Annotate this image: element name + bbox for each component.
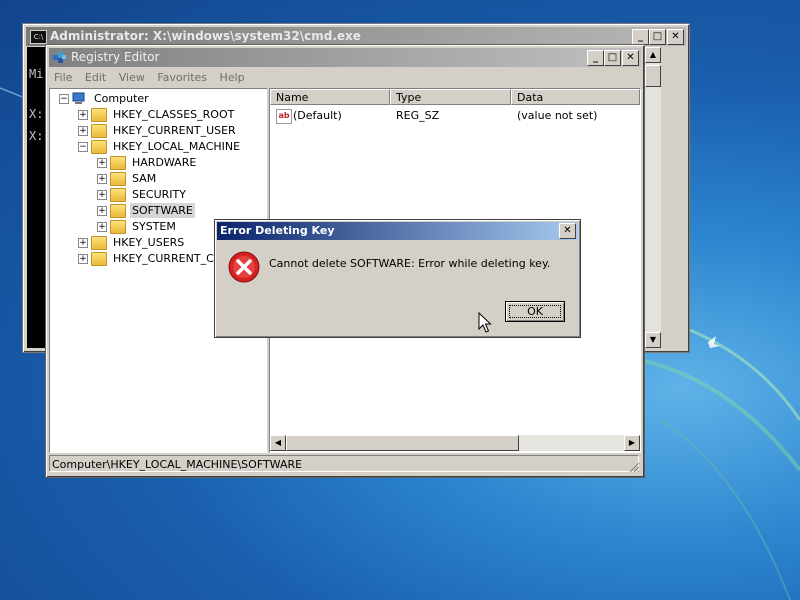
expand-icon[interactable]: + bbox=[97, 222, 107, 232]
horizontal-scrollbar[interactable]: ◀ ▶ bbox=[270, 435, 640, 451]
column-header-data[interactable]: Data bbox=[511, 89, 640, 105]
cmd-icon: C:\ bbox=[30, 30, 47, 44]
tree-node-label: HKEY_CURRENT_USER bbox=[113, 124, 236, 137]
folder-icon bbox=[110, 156, 126, 170]
menu-file[interactable]: File bbox=[50, 69, 77, 84]
folder-icon bbox=[110, 220, 126, 234]
scroll-up-icon[interactable]: ▲ bbox=[645, 47, 661, 63]
tree-node-label-selected: SOFTWARE bbox=[130, 203, 195, 218]
maximize-button[interactable]: □ bbox=[649, 29, 666, 45]
error-icon bbox=[228, 251, 260, 283]
cmd-vertical-scrollbar[interactable]: ▲ ▼ bbox=[645, 47, 661, 348]
tree-node-label: SYSTEM bbox=[132, 220, 176, 233]
close-button[interactable]: ✕ bbox=[559, 223, 576, 239]
focus-rectangle bbox=[509, 305, 561, 318]
column-header-name[interactable]: Name bbox=[270, 89, 390, 105]
scroll-thumb[interactable] bbox=[286, 435, 519, 451]
folder-icon bbox=[91, 252, 107, 266]
folder-icon bbox=[91, 236, 107, 250]
minimize-button[interactable]: _ bbox=[587, 50, 604, 66]
folder-icon bbox=[110, 172, 126, 186]
dialog-title-bar[interactable]: Error Deleting Key ✕ bbox=[217, 222, 578, 240]
expand-icon[interactable]: + bbox=[78, 110, 88, 120]
error-dialog[interactable]: Error Deleting Key ✕ Cannot delete SOFTW… bbox=[214, 219, 581, 338]
regedit-title: Registry Editor bbox=[71, 50, 160, 64]
close-button[interactable]: ✕ bbox=[622, 50, 639, 66]
regedit-icon bbox=[53, 52, 66, 63]
folder-icon bbox=[110, 204, 126, 218]
tree-node-label: Computer bbox=[94, 92, 149, 105]
scroll-right-icon[interactable]: ▶ bbox=[624, 435, 640, 451]
computer-icon bbox=[72, 92, 85, 104]
expand-icon[interactable]: + bbox=[97, 174, 107, 184]
value-row[interactable]: ab (Default) REG_SZ (value not set) bbox=[270, 108, 640, 124]
menu-bar: File Edit View Favorites Help bbox=[50, 69, 250, 86]
tree-node-label: HKEY_USERS bbox=[113, 236, 185, 249]
folder-open-icon bbox=[91, 140, 107, 154]
expand-icon[interactable]: + bbox=[78, 126, 88, 136]
ok-button[interactable]: OK bbox=[505, 301, 565, 322]
folder-icon bbox=[110, 188, 126, 202]
menu-edit[interactable]: Edit bbox=[81, 69, 111, 84]
menu-view[interactable]: View bbox=[115, 69, 150, 84]
tree-node-label: HKEY_LOCAL_MACHINE bbox=[113, 140, 241, 153]
tree-node-label: SECURITY bbox=[132, 188, 186, 201]
tree-node-label: HKEY_CLASSES_ROOT bbox=[113, 108, 235, 121]
value-type: REG_SZ bbox=[396, 109, 440, 122]
column-header-type[interactable]: Type bbox=[390, 89, 511, 105]
error-message: Cannot delete SOFTWARE: Error while dele… bbox=[269, 257, 551, 270]
value-data: (value not set) bbox=[517, 109, 598, 122]
expand-icon[interactable]: + bbox=[97, 206, 107, 216]
scroll-left-icon[interactable]: ◀ bbox=[270, 435, 286, 451]
folder-icon bbox=[91, 108, 107, 122]
collapse-icon[interactable]: − bbox=[59, 94, 69, 104]
expand-icon[interactable]: + bbox=[97, 158, 107, 168]
scroll-thumb[interactable] bbox=[645, 65, 661, 87]
mouse-cursor-icon bbox=[478, 312, 492, 333]
expand-icon[interactable]: + bbox=[78, 254, 88, 264]
folder-icon bbox=[91, 124, 107, 138]
resize-grip-icon[interactable] bbox=[629, 462, 640, 473]
regedit-title-bar[interactable]: Registry Editor _ □ ✕ bbox=[49, 48, 641, 67]
collapse-icon[interactable]: − bbox=[78, 142, 88, 152]
close-button[interactable]: ✕ bbox=[667, 29, 684, 45]
expand-icon[interactable]: + bbox=[78, 238, 88, 248]
maximize-button[interactable]: □ bbox=[604, 50, 621, 66]
tree-node-label: SAM bbox=[132, 172, 157, 185]
tree-node-label: HARDWARE bbox=[132, 156, 197, 169]
console-line: Mi bbox=[29, 67, 44, 81]
expand-icon[interactable]: + bbox=[97, 190, 107, 200]
value-name: (Default) bbox=[293, 109, 342, 122]
scroll-down-icon[interactable]: ▼ bbox=[645, 332, 661, 348]
dialog-title: Error Deleting Key bbox=[220, 224, 335, 237]
console-line: X: bbox=[29, 129, 44, 143]
status-bar: Computer\HKEY_LOCAL_MACHINE\SOFTWARE bbox=[49, 455, 639, 472]
minimize-button[interactable]: _ bbox=[632, 29, 649, 45]
string-value-icon: ab bbox=[276, 109, 292, 124]
menu-help[interactable]: Help bbox=[216, 69, 250, 84]
menu-favorites[interactable]: Favorites bbox=[153, 69, 212, 84]
console-line: X: bbox=[29, 107, 44, 121]
